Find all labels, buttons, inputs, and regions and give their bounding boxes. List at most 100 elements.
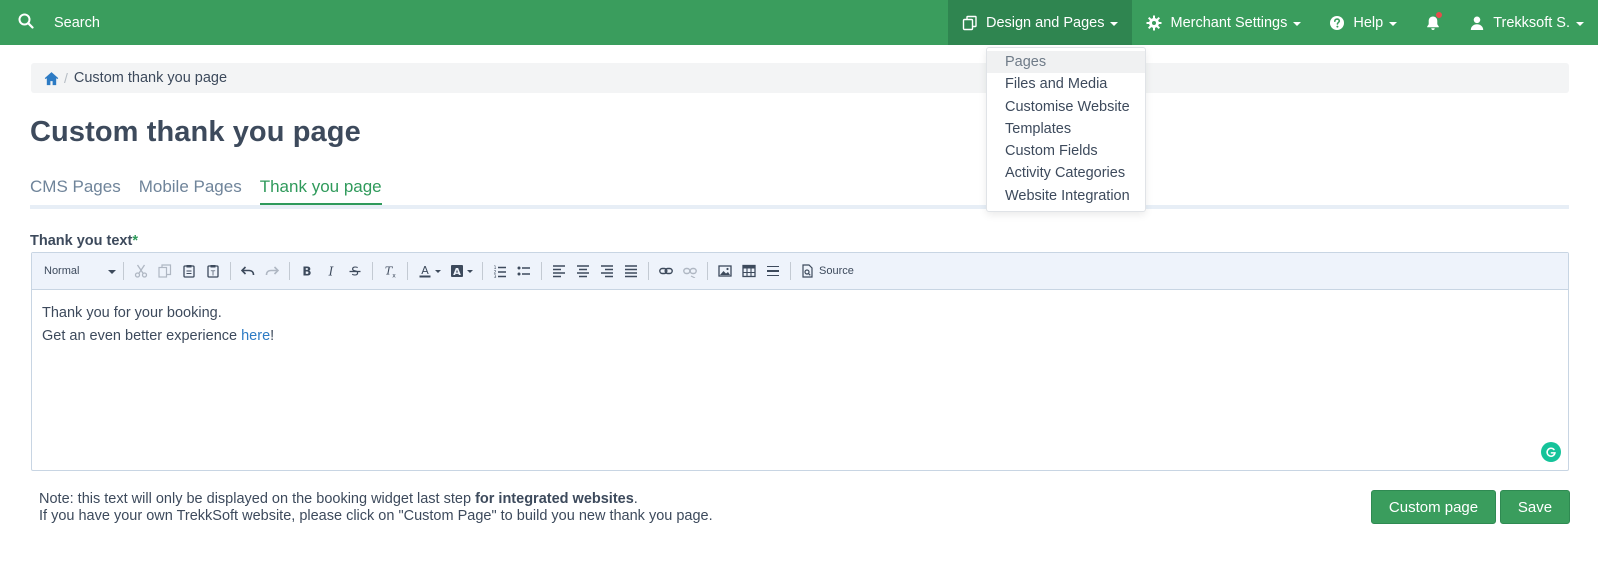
search-bar[interactable]: Search — [0, 0, 100, 45]
remove-format-icon[interactable]: Tx — [379, 260, 401, 282]
unlink-icon[interactable] — [679, 260, 701, 282]
page-title: Custom thank you page — [30, 116, 361, 148]
table-icon[interactable] — [738, 260, 760, 282]
toolbar-separator — [407, 262, 408, 280]
nav-menu: Design and Pages Merchant Settings Help — [947, 0, 1598, 45]
home-icon[interactable] — [44, 71, 59, 86]
paste-text-icon[interactable]: T — [202, 260, 224, 282]
thank-you-text-label: Thank you text* — [30, 233, 138, 249]
custom-page-button[interactable]: Custom page — [1371, 490, 1496, 524]
svg-text:x: x — [392, 273, 396, 279]
align-left-icon[interactable] — [548, 260, 570, 282]
content-line-2-text: Get an even better experience — [42, 328, 242, 344]
text-color-icon[interactable]: A — [414, 260, 444, 282]
cut-icon[interactable] — [130, 260, 152, 282]
caret-down-icon — [434, 269, 441, 273]
paste-icon[interactable] — [178, 260, 200, 282]
page-tabs: CMS Pages Mobile Pages Thank you page — [30, 176, 400, 206]
note-text: Note: this text will only be displayed o… — [39, 491, 476, 507]
dropdown-item-files-and-media[interactable]: Files and Media — [987, 73, 1145, 95]
link-icon[interactable] — [655, 260, 677, 282]
align-right-icon[interactable] — [596, 260, 618, 282]
nav-design-and-pages[interactable]: Design and Pages — [947, 0, 1133, 45]
gear-icon — [1146, 15, 1162, 31]
dropdown-item-custom-fields[interactable]: Custom Fields — [987, 140, 1145, 162]
tab-cms-pages[interactable]: CMS Pages — [30, 176, 121, 206]
svg-text:B: B — [302, 265, 311, 279]
breadcrumb-separator: / — [64, 70, 68, 86]
nav-label: Design and Pages — [985, 14, 1105, 31]
breadcrumb: / Custom thank you page — [31, 63, 1569, 93]
align-justify-icon[interactable] — [620, 260, 642, 282]
image-icon[interactable] — [714, 260, 736, 282]
toolbar-separator — [123, 262, 124, 280]
nav-merchant-settings[interactable]: Merchant Settings — [1132, 0, 1315, 45]
grammarly-icon[interactable] — [1541, 442, 1561, 462]
bold-icon[interactable]: B — [296, 260, 318, 282]
dropdown-item-customise-website[interactable]: Customise Website — [987, 96, 1145, 118]
content-line-2: Get an even better experience here! — [42, 325, 1558, 348]
tab-thank-you-page[interactable]: Thank you page — [259, 176, 382, 206]
nav-user-menu[interactable]: Trekksoft S. — [1455, 0, 1598, 45]
content-line-2-suffix: ! — [270, 328, 275, 344]
align-center-icon[interactable] — [572, 260, 594, 282]
format-select-value: Normal — [44, 265, 80, 277]
copy-icon[interactable] — [154, 260, 176, 282]
notifications-button[interactable] — [1411, 0, 1455, 45]
italic-icon[interactable]: I — [320, 260, 342, 282]
note-line-1: Note: this text will only be displayed o… — [39, 491, 713, 508]
svg-text:A: A — [421, 264, 429, 277]
top-navbar: Search Design and Pages Merchant Setting… — [0, 0, 1598, 45]
dropdown-item-pages[interactable]: Pages — [987, 51, 1145, 74]
footer-note: Note: this text will only be displayed o… — [39, 491, 713, 525]
tabs-underline — [30, 205, 1569, 209]
toolbar-separator — [541, 262, 542, 280]
toolbar-separator — [230, 262, 231, 280]
save-button[interactable]: Save — [1500, 490, 1570, 524]
editor-content[interactable]: Thank you for your booking. Get an even … — [32, 290, 1568, 360]
toolbar-separator — [482, 262, 483, 280]
source-icon — [802, 264, 813, 278]
required-mark: * — [132, 233, 138, 249]
editor-toolbar: Normal T B I S T x A A 1 2 3 Source — [32, 253, 1568, 290]
source-label: Source — [819, 265, 854, 277]
nav-label: Help — [1353, 14, 1384, 31]
caret-down-icon — [108, 270, 116, 274]
search-icon — [18, 13, 34, 32]
caret-down-icon — [1110, 21, 1119, 26]
dropdown-item-website-integration[interactable]: Website Integration — [987, 185, 1145, 207]
strikethrough-icon[interactable]: S — [344, 260, 366, 282]
toolbar-separator — [707, 262, 708, 280]
background-color-icon[interactable]: A — [446, 260, 476, 282]
note-bold-text: for integrated websites — [475, 491, 634, 507]
content-line-1: Thank you for your booking. — [42, 305, 222, 321]
svg-text:A: A — [453, 267, 461, 278]
bulleted-list-icon[interactable] — [513, 260, 535, 282]
svg-text:3: 3 — [494, 274, 497, 278]
toolbar-separator — [289, 262, 290, 280]
design-pages-dropdown: Pages Files and Media Customise Website … — [986, 47, 1146, 213]
copy-icon — [962, 15, 978, 31]
source-button[interactable]: Source — [796, 264, 858, 278]
note-line-2: If you have your own TrekkSoft website, … — [39, 508, 713, 524]
notification-badge — [1435, 11, 1444, 19]
format-select[interactable]: Normal — [42, 260, 118, 282]
caret-down-icon — [1576, 21, 1584, 26]
toolbar-separator — [372, 262, 373, 280]
svg-text:T: T — [210, 270, 216, 278]
dropdown-item-activity-categories[interactable]: Activity Categories — [987, 162, 1145, 184]
toolbar-separator — [648, 262, 649, 280]
horizontal-line-icon[interactable] — [762, 260, 784, 282]
breadcrumb-current: Custom thank you page — [73, 70, 228, 86]
dropdown-item-templates[interactable]: Templates — [987, 118, 1145, 140]
nav-help[interactable]: Help — [1315, 0, 1411, 45]
nav-label: Merchant Settings — [1170, 14, 1288, 31]
caret-down-icon — [1293, 21, 1302, 26]
redo-icon[interactable] — [261, 260, 283, 282]
here-link[interactable]: here — [241, 328, 270, 344]
search-label: Search — [54, 14, 100, 31]
field-label-text: Thank you text — [30, 233, 133, 249]
undo-icon[interactable] — [237, 260, 259, 282]
tab-mobile-pages[interactable]: Mobile Pages — [139, 176, 242, 206]
numbered-list-icon[interactable]: 123 — [489, 260, 511, 282]
